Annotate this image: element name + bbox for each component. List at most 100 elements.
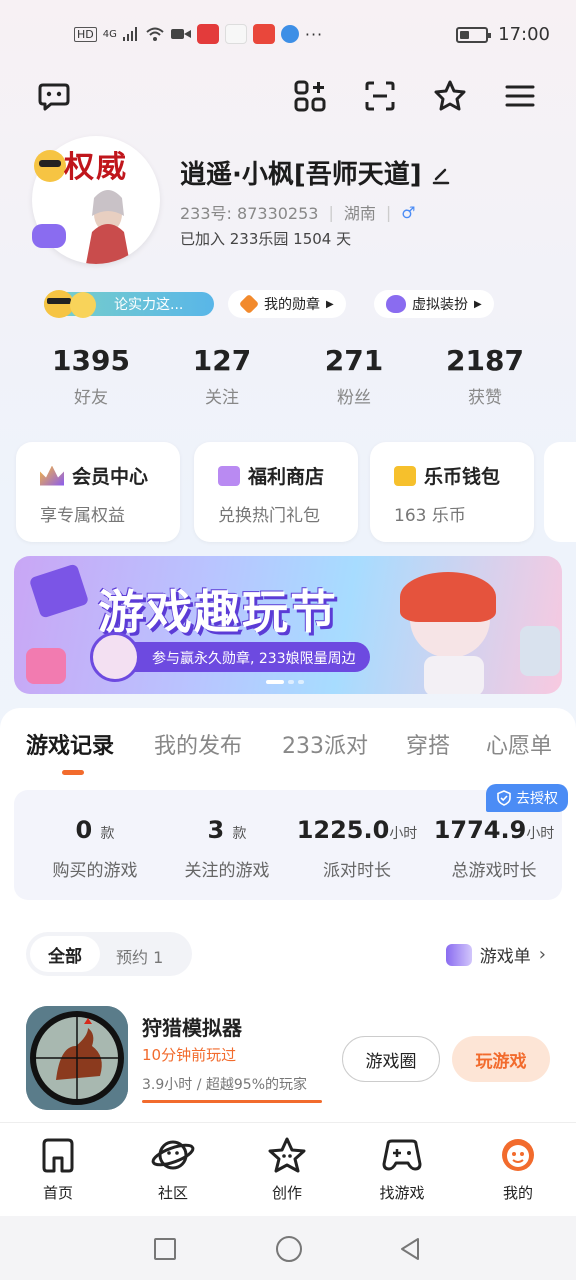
nav-label: 社区 [157, 1184, 188, 1202]
avatar-title-text: 权威 [64, 150, 128, 185]
nav-create[interactable]: 创作 [247, 1136, 327, 1203]
record-purchased[interactable]: 0 款 购买的游戏 [28, 816, 162, 881]
decor-icon [26, 648, 66, 684]
record-followed[interactable]: 3 款 关注的游戏 [162, 816, 292, 881]
stat-number: 127 [192, 344, 252, 377]
gamelist-icon [445, 943, 472, 966]
tab-233-party[interactable]: 233派对 [282, 728, 368, 760]
menu-icon[interactable] [502, 78, 538, 114]
game-icon[interactable] [26, 1006, 128, 1110]
stat-following[interactable]: 127 关注 [157, 344, 287, 408]
record-total-time[interactable]: 1774.9小时 总游戏时长 [426, 816, 562, 881]
gamepad-icon [382, 1139, 422, 1171]
badge-star-icon[interactable] [432, 78, 468, 114]
user-id: 233号: 87330253 [180, 200, 318, 224]
record-unit: 款 [100, 826, 115, 842]
caret-right-icon: ▶ [474, 298, 482, 310]
card-coin-wallet[interactable]: 乐币钱包 163 乐币 [370, 442, 534, 542]
card-subtitle: 163 乐币 [394, 506, 466, 526]
status-right: 17:00 [456, 24, 550, 45]
stat-fans[interactable]: 271 粉丝 [289, 344, 419, 408]
play-game-button[interactable]: 玩游戏 [452, 1036, 550, 1082]
app-notif-icon [224, 24, 247, 44]
card-welfare-shop[interactable]: 福利商店 兑换热门礼包 [194, 442, 358, 542]
game-name: 狩猎模拟器 [142, 1016, 242, 1040]
strength-tag-text: 论实力这... [114, 297, 184, 313]
stat-number: 271 [324, 344, 384, 377]
gamelist-link[interactable]: 游戏单 › [445, 942, 546, 967]
edit-icon[interactable] [431, 166, 451, 186]
back-triangle-icon[interactable] [398, 1236, 422, 1262]
tab-wishlist[interactable]: 心愿单 [486, 728, 552, 760]
username: 逍遥·小枫[吾师天道] [180, 154, 451, 191]
dressup-label: 虚拟装扮 [412, 297, 468, 313]
scan-icon[interactable] [362, 78, 398, 114]
home-circle-icon[interactable] [276, 1236, 302, 1262]
wallet-icon [394, 465, 416, 486]
cool-emoji-icon [34, 150, 66, 182]
username-text: 逍遥·小枫[吾师天道] [180, 160, 422, 190]
chat-icon[interactable] [36, 78, 72, 114]
medals-button[interactable]: 我的勋章 ▶ [228, 290, 346, 318]
game-circle-button[interactable]: 游戏圈 [342, 1036, 440, 1082]
authorize-button[interactable]: 去授权 [486, 784, 568, 812]
user-id-label: 233号: [180, 204, 232, 223]
gift-icon [218, 465, 240, 486]
gamelist-label: 游戏单 [479, 947, 531, 967]
clock: 17:00 [498, 24, 550, 45]
stat-friends[interactable]: 1395 好友 [26, 344, 156, 408]
dressup-button[interactable]: 虚拟装扮 ▶ [374, 290, 494, 318]
filter-reserved[interactable]: 预约 1 [116, 944, 163, 968]
status-bar: HD 4G ··· 17:00 [0, 0, 576, 70]
app-notif-icon [252, 24, 275, 44]
record-unit: 小时 [526, 826, 555, 842]
divider: | [328, 202, 334, 222]
filter-all[interactable]: 全部 [30, 936, 100, 972]
card-title: 乐币钱包 [424, 466, 501, 488]
nav-mine[interactable]: 我的 [478, 1136, 558, 1203]
card-more-partial[interactable] [544, 442, 576, 542]
card-member-center[interactable]: 会员中心 享专属权益 [16, 442, 180, 542]
tab-game-records[interactable]: 游戏记录 [26, 728, 114, 760]
tab-indicator [62, 770, 84, 775]
nav-label: 创作 [271, 1184, 302, 1202]
cat-face-icon [386, 295, 406, 313]
video-icon [170, 29, 191, 39]
nav-label: 我的 [502, 1184, 533, 1202]
emoji-icon [70, 292, 96, 318]
record-unit: 小时 [389, 826, 418, 842]
divider: | [385, 202, 392, 222]
card-title: 会员中心 [72, 466, 149, 488]
crown-icon [40, 465, 64, 486]
record-label: 购买的游戏 [52, 861, 138, 881]
record-value: 3 [207, 816, 225, 844]
event-banner[interactable]: 游戏趣玩节 参与赢永久勋章, 233娘限量周边 [14, 556, 562, 694]
banner-title: 游戏趣玩节 [98, 585, 338, 639]
nav-community[interactable]: 社区 [133, 1136, 213, 1203]
gamepad-badge-icon [32, 224, 66, 248]
gender-icon: ♂ [401, 202, 416, 222]
authorize-label: 去授权 [516, 791, 558, 807]
system-nav-bar [0, 1216, 576, 1280]
record-unit: 款 [232, 826, 247, 842]
record-party-time[interactable]: 1225.0小时 派对时长 [292, 816, 422, 881]
nav-label: 找游戏 [379, 1184, 425, 1202]
tab-outfits[interactable]: 穿搭 [406, 728, 450, 760]
tab-my-posts[interactable]: 我的发布 [154, 728, 242, 760]
user-id-value: 87330253 [237, 204, 319, 223]
recents-icon[interactable] [154, 1238, 176, 1260]
record-label: 总游戏时长 [451, 861, 537, 881]
nav-find-games[interactable]: 找游戏 [362, 1136, 442, 1203]
planet-icon [151, 1140, 195, 1170]
user-location: 湖南 [343, 204, 376, 223]
carousel-dots [266, 680, 310, 685]
nav-home[interactable]: 首页 [18, 1136, 98, 1203]
hd-icon: HD [74, 26, 97, 42]
apps-icon[interactable] [292, 78, 328, 114]
profile-face-icon [502, 1139, 534, 1171]
joined-days: 已加入 233乐园 1504 天 [180, 230, 352, 248]
caret-right-icon: ▶ [326, 298, 334, 310]
record-label: 关注的游戏 [184, 861, 270, 881]
stat-likes[interactable]: 2187 获赞 [420, 344, 550, 408]
wifi-icon [146, 27, 164, 41]
